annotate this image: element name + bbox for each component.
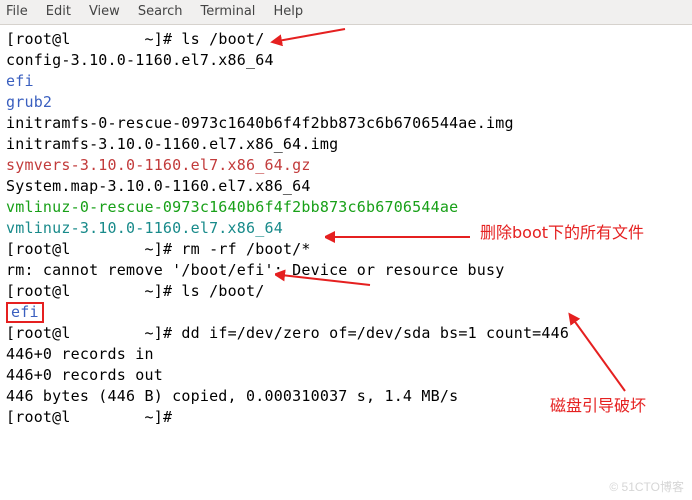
ls-sysmap: System.map-3.10.0-1160.el7.x86_64 — [6, 177, 311, 195]
prompt-line-1: [root@l ~]# ls /boot/ — [6, 30, 265, 48]
prompt-line-ls2: [root@l ~]# ls /boot/ — [6, 282, 265, 300]
ls-efi: efi — [6, 72, 34, 90]
watermark: © 51CTO博客 — [609, 479, 684, 496]
ls2-efi-highlighted: efi — [6, 302, 44, 323]
prompt-line-rm: [root@l ~]# rm -rf /boot/* — [6, 240, 311, 258]
menu-search[interactable]: Search — [138, 3, 183, 21]
menu-file[interactable]: File — [6, 3, 28, 21]
ls-vmlinuz-rescue: vmlinuz-0-rescue-0973c1640b6f4f2bb873c6b… — [6, 198, 458, 216]
prompt-line-dd: [root@l ~]# dd if=/dev/zero of=/dev/sda … — [6, 324, 569, 342]
ls-symvers: symvers-3.10.0-1160.el7.x86_64.gz — [6, 156, 311, 174]
cmd-ls-2: ls /boot/ — [172, 282, 264, 300]
ls-initramfs: initramfs-3.10.0-1160.el7.x86_64.img — [6, 135, 338, 153]
cmd-rm: rm -rf /boot/* — [172, 240, 310, 258]
ls-config: config-3.10.0-1160.el7.x86_64 — [6, 51, 274, 69]
dd-out-records-in: 446+0 records in — [6, 345, 154, 363]
menu-help[interactable]: Help — [273, 3, 303, 21]
annotation-text-delete: 删除boot下的所有文件 — [480, 222, 644, 244]
cmd-ls-1: ls /boot/ — [172, 30, 264, 48]
menu-bar: File Edit View Search Terminal Help — [0, 0, 692, 25]
dd-out-summary: 446 bytes (446 B) copied, 0.000310037 s,… — [6, 387, 458, 405]
dd-out-records-out: 446+0 records out — [6, 366, 163, 384]
prompt-line-idle: [root@l ~]# — [6, 408, 181, 426]
cmd-dd: dd if=/dev/zero of=/dev/sda bs=1 count=4… — [172, 324, 569, 342]
menu-edit[interactable]: Edit — [46, 3, 71, 21]
ls-vmlinuz: vmlinuz-3.10.0-1160.el7.x86_64 — [6, 219, 283, 237]
menu-terminal[interactable]: Terminal — [200, 3, 255, 21]
annotation-text-disk: 磁盘引导破坏 — [550, 395, 646, 417]
ls-initramfs-rescue: initramfs-0-rescue-0973c1640b6f4f2bb873c… — [6, 114, 514, 132]
ls-grub2: grub2 — [6, 93, 52, 111]
menu-view[interactable]: View — [89, 3, 120, 21]
rm-error: rm: cannot remove '/boot/efi': Device or… — [6, 261, 504, 279]
